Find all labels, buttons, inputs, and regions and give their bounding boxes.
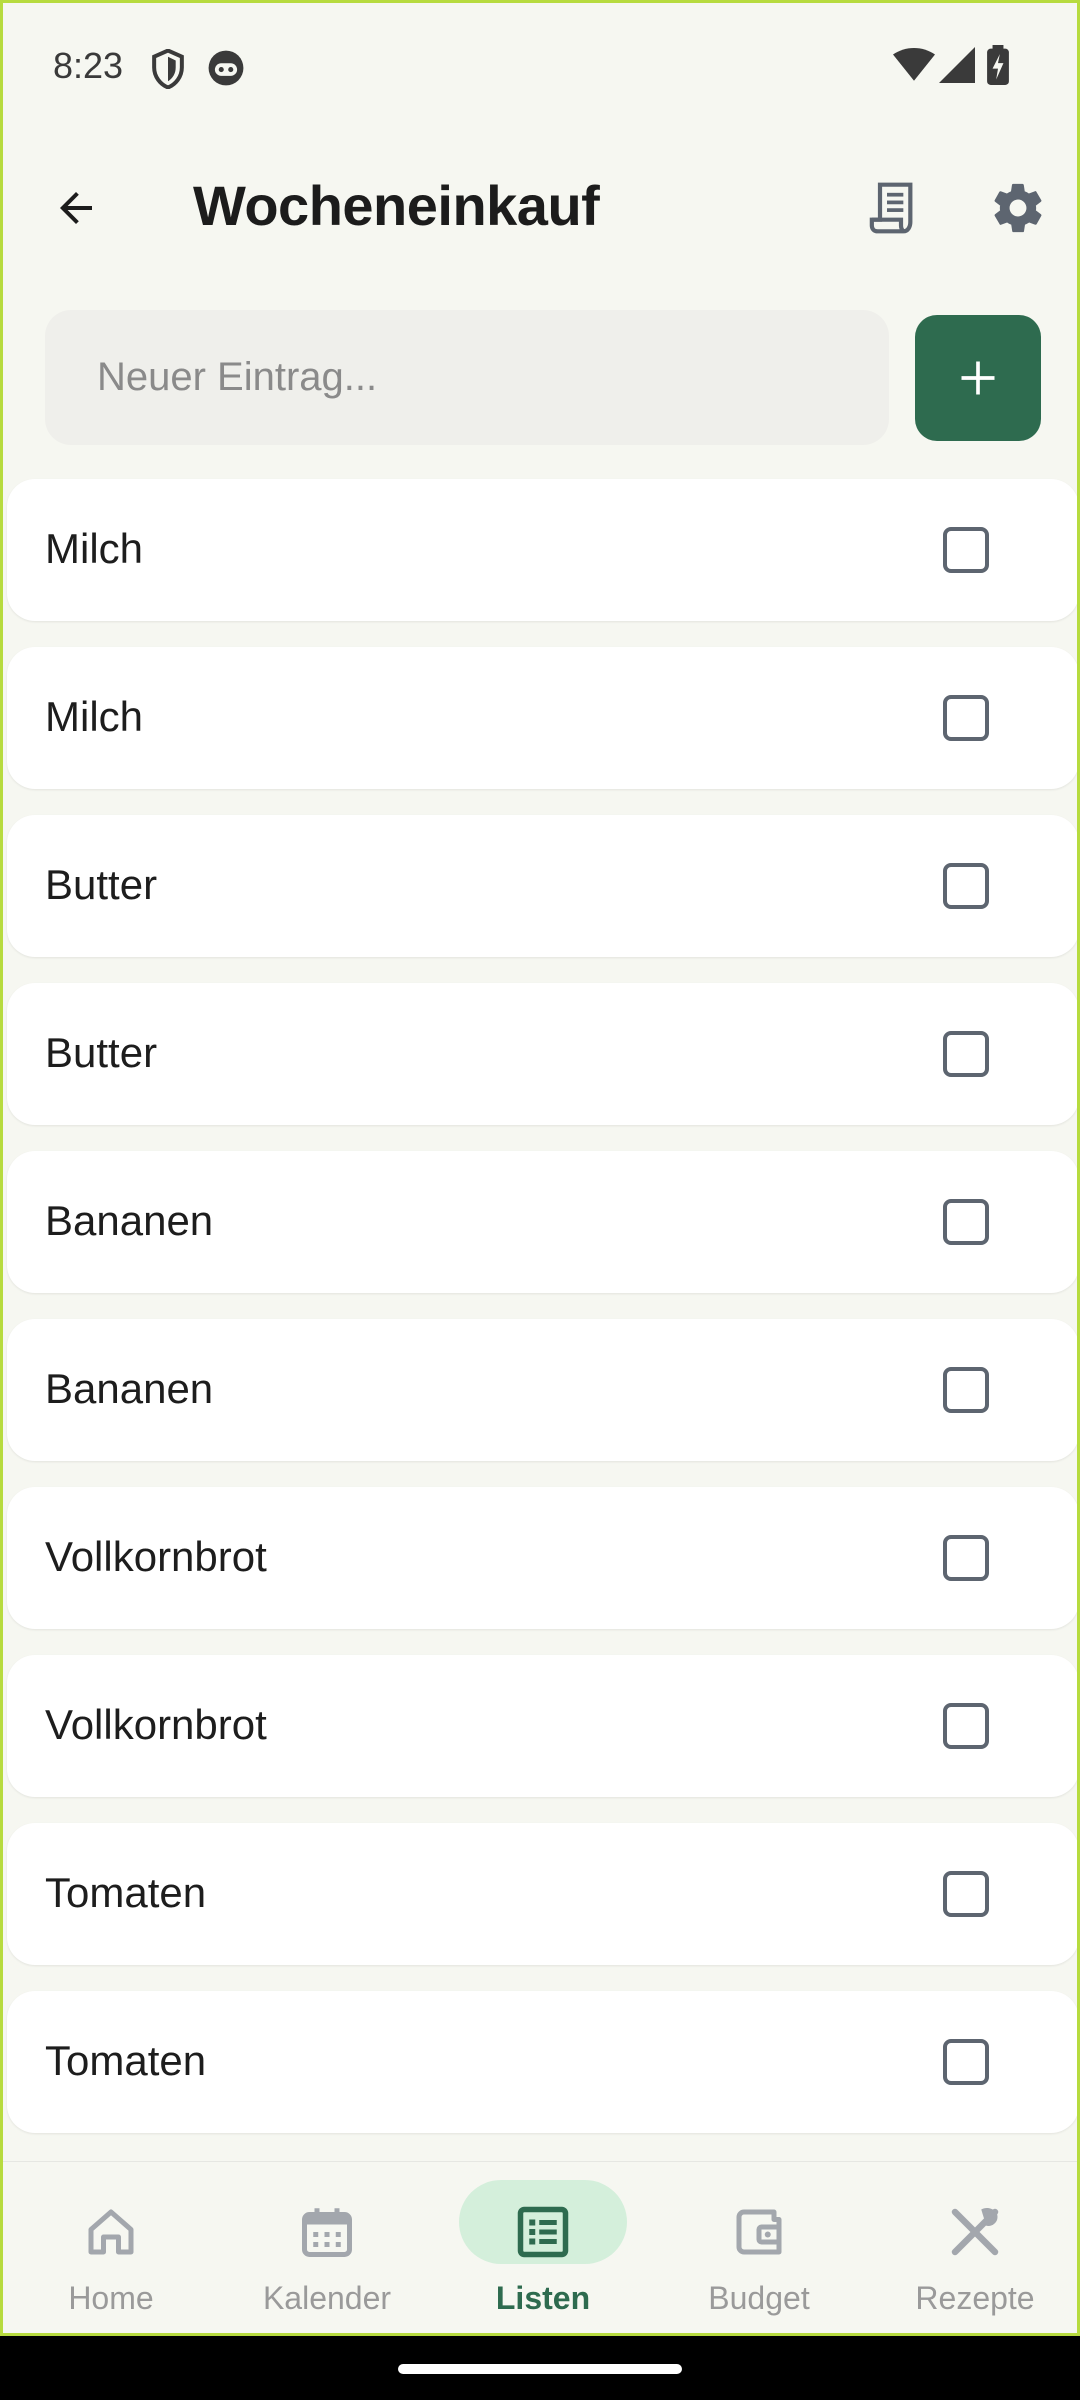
item-checkbox[interactable] [943,1535,989,1581]
status-time: 8:23 [53,45,124,86]
nav-item-listen[interactable]: Listen [443,2180,643,2330]
list-item[interactable]: Tomaten [7,1823,1077,1965]
new-entry-input[interactable] [45,310,889,445]
item-checkbox[interactable] [943,1703,989,1749]
item-checkbox[interactable] [943,527,989,573]
list-item[interactable]: Vollkornbrot [7,1655,1077,1797]
item-label: Butter [45,861,158,908]
nav-label-budget: Budget [708,2280,810,2316]
wifi-icon [893,47,935,88]
item-checkbox[interactable] [943,1199,989,1245]
item-label: Bananen [45,1197,214,1244]
nav-label-home: Home [68,2280,154,2316]
list-item[interactable]: Bananen [7,1319,1077,1461]
item-label: Tomaten [45,2037,207,2084]
arrow-back-icon [60,192,92,224]
nav-label-kalender: Kalender [262,2280,392,2316]
item-label: Vollkornbrot [45,1701,267,1748]
list-item[interactable]: Bananen [7,1151,1077,1293]
item-checkbox[interactable] [943,1367,989,1413]
item-checkbox[interactable] [943,863,989,909]
shield-icon [149,48,187,94]
status-bar: 8:23 [3,3,1077,133]
bottom-navigation: Home Kalender Listen Budget Rezepte [3,2161,1077,2333]
gear-icon [994,183,1042,233]
home-icon [88,2209,134,2255]
face-icon [207,49,245,92]
nav-label-rezepte: Rezepte [915,2280,1035,2316]
item-checkbox[interactable] [943,695,989,741]
settings-button[interactable] [985,175,1051,241]
item-label: Butter [45,1029,158,1076]
list-item[interactable]: Vollkornbrot [7,1487,1077,1629]
plus-icon [961,361,995,395]
gesture-bar[interactable] [398,2364,682,2374]
add-entry-button[interactable] [915,315,1041,441]
item-label: Bananen [45,1365,214,1412]
list-item[interactable]: Milch [7,479,1077,621]
item-checkbox[interactable] [943,1871,989,1917]
item-label: Tomaten [45,1869,207,1916]
battery-charging-icon [987,45,1009,90]
list-icon [517,2206,569,2258]
shopping-list: Milch Milch Butter Butter Bananen Bananen Voll… [7,479,1077,2159]
app-bar: Wocheneinkauf [3,153,1077,263]
nav-item-home[interactable]: Home [11,2180,211,2330]
nav-label-listen: Listen [495,2280,591,2316]
page-title: Wocheneinkauf [193,174,600,237]
app-screen: 8:23 Wocheneinkauf Neuer Eintrag... Milc… [0,0,1080,2336]
item-checkbox[interactable] [943,2039,989,2085]
signal-icon [939,47,975,88]
list-item[interactable]: Butter [7,983,1077,1125]
item-label: Milch [45,525,144,572]
list-item[interactable]: Tomaten [7,1991,1077,2133]
nav-item-budget[interactable]: Budget [659,2180,859,2330]
receipt-icon [869,182,913,234]
nav-item-rezepte[interactable]: Rezepte [875,2180,1075,2330]
wallet-icon [736,2209,782,2255]
nav-item-kalender[interactable]: Kalender [227,2180,427,2330]
item-checkbox[interactable] [943,1031,989,1077]
utensils-icon [951,2208,999,2256]
item-label: Vollkornbrot [45,1533,267,1580]
list-item[interactable]: Butter [7,815,1077,957]
calendar-icon [302,2208,352,2257]
item-label: Milch [45,693,144,740]
back-button[interactable] [43,175,109,241]
receipt-button[interactable] [861,175,927,241]
list-item[interactable]: Milch [7,647,1077,789]
